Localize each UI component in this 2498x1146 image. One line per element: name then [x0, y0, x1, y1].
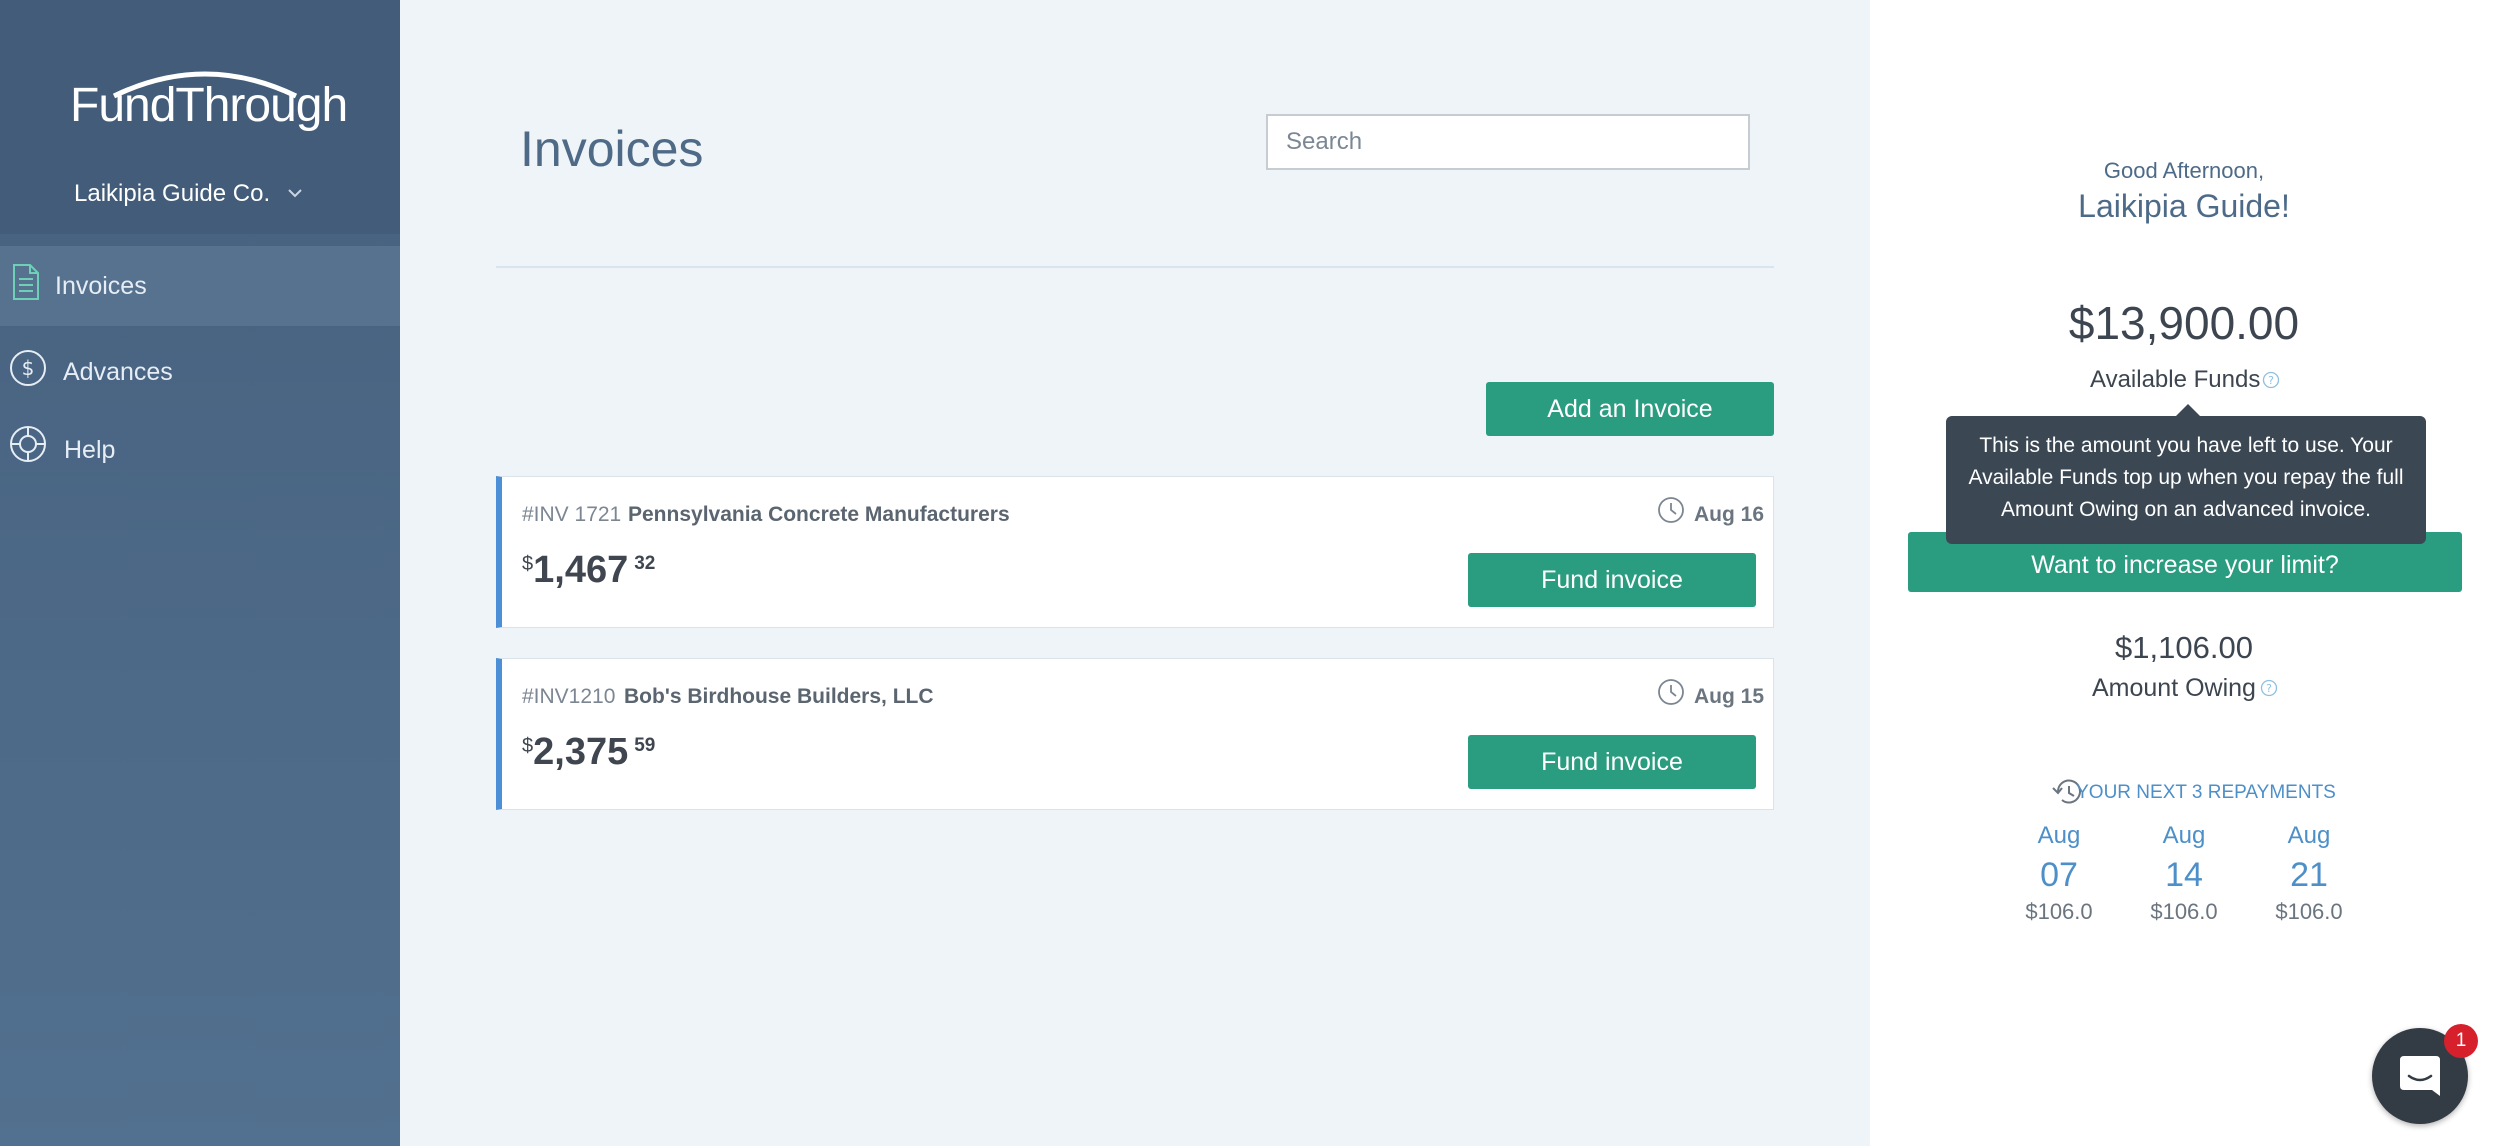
tooltip-arrow	[2176, 404, 2200, 416]
repayment-month: Aug	[2037, 822, 2081, 849]
repayment-day: 21	[2290, 856, 2328, 894]
invoice-client: Bob's Birdhouse Builders, LLC	[624, 685, 934, 708]
company-name[interactable]: Laikipia Guide Co.	[74, 180, 270, 208]
available-funds-label: Available Funds	[2090, 366, 2261, 393]
help-icon[interactable]: ?	[2262, 371, 2280, 389]
repayment-amount: $106.0	[2025, 899, 2093, 924]
fundthrough-logo[interactable]: FundThrough	[70, 60, 348, 140]
repayment-item: Aug 21 $106.0	[2254, 822, 2364, 925]
invoice-amount: $1,467 32	[522, 549, 655, 592]
amount-whole: 2,375	[533, 731, 629, 773]
available-funds-tooltip: This is the amount you have left to use.…	[1946, 416, 2426, 544]
help-icon[interactable]: ?	[2260, 679, 2278, 697]
currency-symbol: $	[522, 735, 534, 757]
chat-icon	[2400, 1056, 2440, 1096]
sidebar-item-invoices[interactable]: Invoices	[0, 246, 400, 326]
lifebuoy-icon	[10, 426, 46, 462]
currency-symbol: $	[522, 553, 534, 575]
amount-whole: 1,467	[533, 549, 629, 591]
svg-text:$: $	[22, 356, 35, 380]
search-input[interactable]	[1266, 114, 1750, 170]
sidebar-item-label: Invoices	[55, 272, 147, 300]
sidebar-item-label: Advances	[63, 358, 173, 386]
invoice-document-icon	[13, 264, 39, 300]
add-invoice-button[interactable]: Add an Invoice	[1486, 382, 1774, 436]
repayment-amount: $106.0	[2275, 899, 2343, 924]
invoice-due-date: Aug 15	[1694, 685, 1765, 708]
invoice-card[interactable]: #INV 1721 Pennsylvania Concrete Manufact…	[496, 476, 1774, 628]
sidebar-item-label: Help	[64, 436, 116, 464]
notification-badge: 1	[2444, 1024, 2478, 1058]
invoice-number: #INV1210	[522, 685, 616, 708]
clock-icon	[1658, 497, 1684, 523]
repayment-item: Aug 14 $106.0	[2129, 822, 2239, 925]
logo-text: FundThrough	[70, 79, 348, 132]
repayment-item: Aug 07 $106.0	[2004, 822, 2114, 925]
sidebar-item-help[interactable]: Help	[0, 410, 400, 490]
svg-text:?: ?	[2268, 374, 2274, 387]
repayments-title: YOUR NEXT 3 REPAYMENTS	[2076, 782, 2336, 803]
svg-text:?: ?	[2266, 682, 2272, 695]
sidebar: FundThrough Laikipia Guide Co. Invoices …	[0, 0, 400, 1146]
fund-invoice-button[interactable]: Fund invoice	[1468, 553, 1756, 607]
greeting-time: Good Afternoon,	[2103, 158, 2265, 183]
amount-owing-value: $1,106.00	[2115, 630, 2253, 665]
repayment-month: Aug	[2287, 822, 2331, 849]
clock-icon	[1658, 679, 1684, 705]
invoice-client: Pennsylvania Concrete Manufacturers	[628, 503, 1010, 526]
amount-owing-label: Amount Owing	[2092, 674, 2256, 702]
repayment-month: Aug	[2162, 822, 2206, 849]
dollar-circle-icon: $	[10, 350, 46, 386]
repayment-day: 07	[2040, 856, 2078, 894]
amount-cents: 32	[634, 553, 656, 574]
available-funds-amount: $13,900.00	[2068, 297, 2300, 349]
amount-cents: 59	[634, 735, 656, 756]
repayment-amount: $106.0	[2150, 899, 2218, 924]
chevron-down-icon[interactable]	[286, 186, 304, 200]
page-title: Invoices	[520, 121, 704, 177]
repayment-day: 14	[2165, 856, 2203, 894]
divider	[496, 266, 1774, 268]
sidebar-item-advances[interactable]: $ Advances	[0, 330, 400, 410]
invoice-number: #INV 1721	[522, 503, 622, 526]
invoice-card[interactable]: #INV1210 Bob's Birdhouse Builders, LLC A…	[496, 658, 1774, 810]
greeting-name: Laikipia Guide!	[2078, 188, 2290, 224]
fund-invoice-button[interactable]: Fund invoice	[1468, 735, 1756, 789]
invoice-amount: $2,375 59	[522, 731, 655, 774]
invoice-due-date: Aug 16	[1694, 503, 1765, 526]
